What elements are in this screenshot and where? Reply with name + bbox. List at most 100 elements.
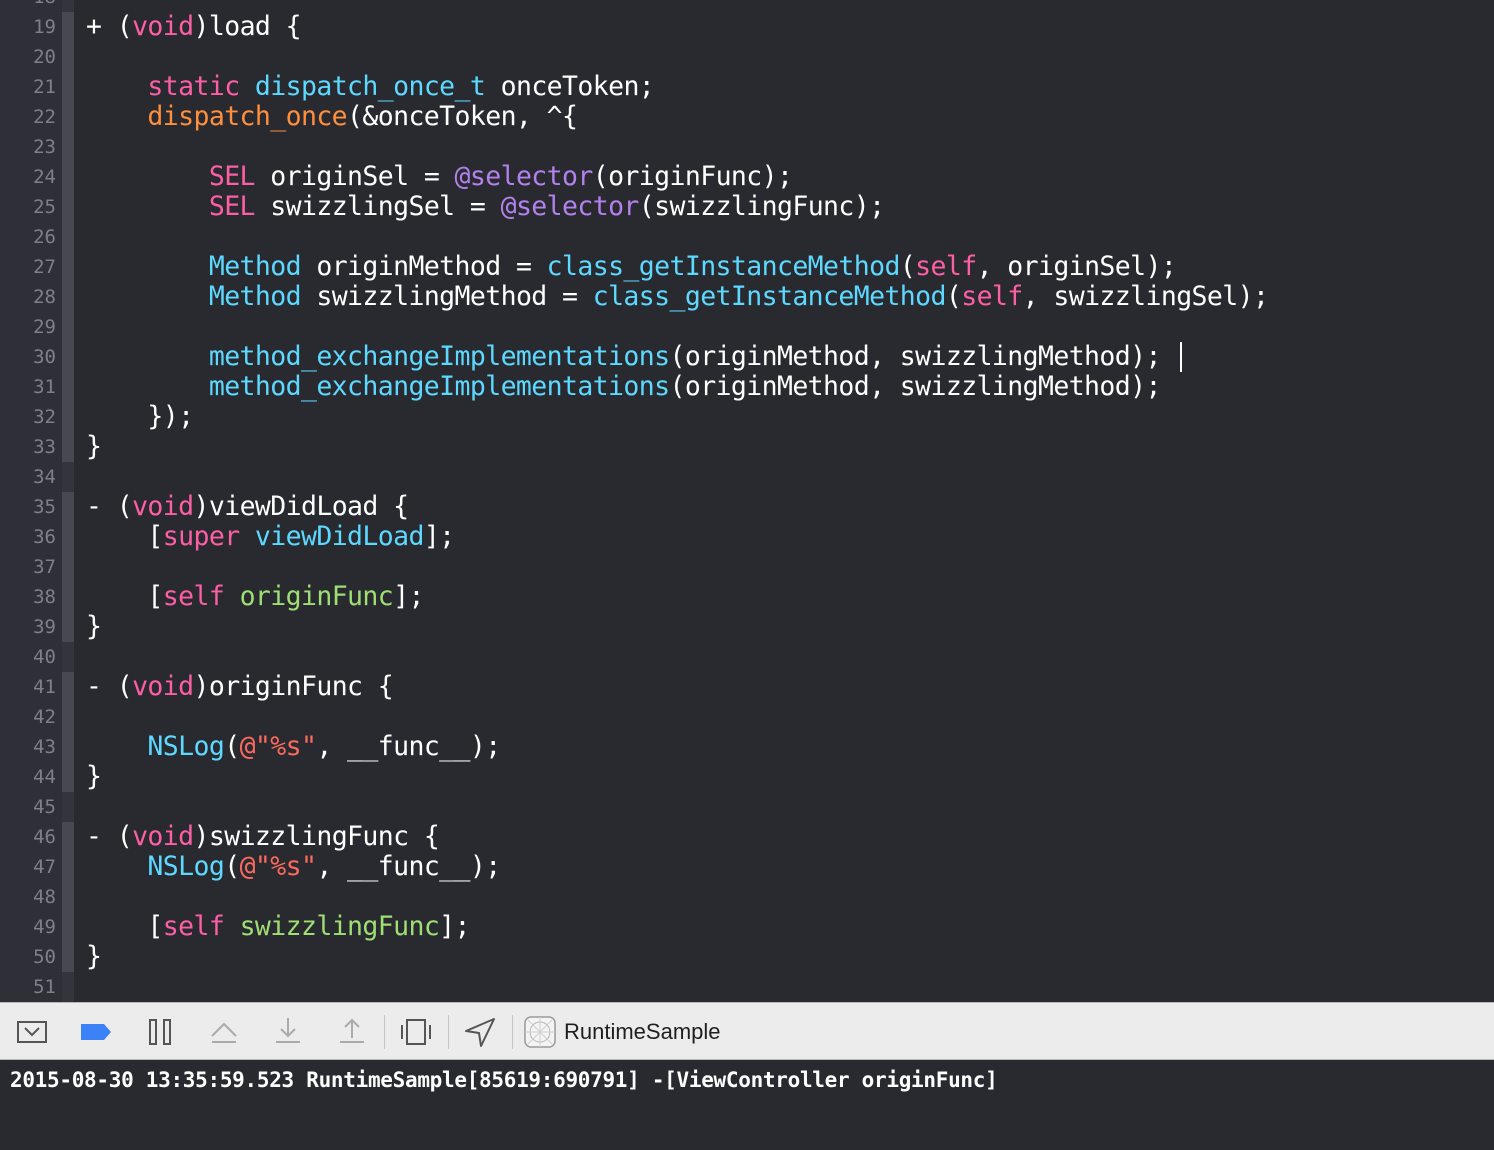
pause-continue-button[interactable] xyxy=(142,1014,178,1050)
hide-debug-area-button[interactable] xyxy=(14,1014,50,1050)
code-line[interactable]: [super viewDidLoad]; xyxy=(86,522,455,552)
app-blueprint-icon xyxy=(524,1016,556,1048)
line-number[interactable]: 25 xyxy=(0,192,56,222)
line-number[interactable]: 38 xyxy=(0,582,56,612)
step-out-button[interactable] xyxy=(334,1014,370,1050)
code-line[interactable]: dispatch_once(&onceToken, ^{ xyxy=(86,101,578,132)
code-token: originFunc xyxy=(239,581,394,612)
line-number[interactable]: 34 xyxy=(0,462,56,492)
console-output-line: 2015-08-30 13:35:59.523 RuntimeSample[85… xyxy=(10,1068,998,1092)
code-token: , __func__); xyxy=(316,851,501,882)
code-line[interactable]: } xyxy=(86,432,102,462)
code-token: method_exchangeImplementations xyxy=(208,371,670,402)
fold-region-swizzlingfunc[interactable] xyxy=(62,822,74,972)
target-app-name[interactable]: RuntimeSample xyxy=(564,1003,721,1061)
code-line[interactable]: SEL swizzlingSel = @selector(swizzlingFu… xyxy=(86,191,885,222)
code-line[interactable]: } xyxy=(86,762,102,792)
code-line[interactable]: }); xyxy=(86,402,194,432)
code-token: ( xyxy=(224,851,240,882)
line-number[interactable]: 28 xyxy=(0,282,56,312)
code-token: viewDidLoad xyxy=(254,521,425,552)
code-token: ]; xyxy=(439,911,470,942)
line-number[interactable]: 43 xyxy=(0,732,56,762)
code-line[interactable]: - (void)swizzlingFunc { xyxy=(86,822,440,852)
code-line[interactable]: SEL originSel = @selector(originFunc); xyxy=(86,161,793,192)
source-editor[interactable]: 1819202122232425262728293031323334353637… xyxy=(0,0,1494,1002)
line-number[interactable]: 46 xyxy=(0,822,56,852)
code-line[interactable]: + (void)load { xyxy=(86,11,302,42)
debug-console[interactable]: 2015-08-30 13:35:59.523 RuntimeSample[85… xyxy=(0,1060,1494,1150)
code-line[interactable]: NSLog(@"%s", __func__); xyxy=(86,732,501,762)
code-token: void xyxy=(132,671,194,702)
line-number[interactable]: 39 xyxy=(0,612,56,642)
code-token: )load { xyxy=(193,11,302,42)
line-number[interactable]: 22 xyxy=(0,102,56,132)
line-number[interactable]: 36 xyxy=(0,522,56,552)
code-line[interactable]: method_exchangeImplementations(originMet… xyxy=(86,371,1162,402)
line-number[interactable]: 26 xyxy=(0,222,56,252)
code-line[interactable]: method_exchangeImplementations(originMet… xyxy=(86,341,1162,372)
text-caret xyxy=(1180,342,1182,372)
line-number[interactable]: 37 xyxy=(0,552,56,582)
line-number[interactable]: 47 xyxy=(0,852,56,882)
line-number[interactable]: 50 xyxy=(0,942,56,972)
code-token: ( xyxy=(945,281,962,312)
breakpoints-toggle-button[interactable] xyxy=(78,1014,114,1050)
line-number[interactable]: 33 xyxy=(0,432,56,462)
code-line[interactable]: Method swizzlingMethod = class_getInstan… xyxy=(86,281,1269,312)
code-line[interactable]: [self originFunc]; xyxy=(86,582,424,612)
code-line[interactable]: - (void)viewDidLoad { xyxy=(86,492,409,522)
line-number[interactable]: 24 xyxy=(0,162,56,192)
toolbar-divider xyxy=(384,1015,385,1049)
line-number[interactable]: 30 xyxy=(0,342,56,372)
line-number[interactable]: 23 xyxy=(0,132,56,162)
location-arrow-icon xyxy=(465,1018,495,1047)
code-line[interactable]: - (void)originFunc { xyxy=(86,671,394,702)
code-token: Method xyxy=(208,281,302,312)
line-number[interactable]: 19 xyxy=(0,12,56,42)
code-token: (swizzlingFunc); xyxy=(638,191,885,222)
debug-view-hierarchy-button[interactable] xyxy=(398,1014,434,1050)
code-token: @selector xyxy=(454,161,594,192)
fold-region-load[interactable] xyxy=(62,12,74,462)
step-over-button[interactable] xyxy=(206,1014,242,1050)
code-line[interactable]: Method originMethod = class_getInstanceM… xyxy=(86,252,1177,282)
code-token: (originMethod, swizzlingMethod); xyxy=(669,341,1161,372)
code-line[interactable]: [self swizzlingFunc]; xyxy=(86,912,470,942)
code-line[interactable]: NSLog(@"%s", __func__); xyxy=(86,852,501,882)
simulate-location-button[interactable] xyxy=(462,1014,498,1050)
line-number[interactable]: 41 xyxy=(0,672,56,702)
line-number[interactable]: 20 xyxy=(0,42,56,72)
code-token: )originFunc { xyxy=(193,671,394,702)
code-token: static xyxy=(147,71,240,102)
line-number[interactable]: 48 xyxy=(0,882,56,912)
code-token: } xyxy=(86,611,102,642)
fold-region-originfunc[interactable] xyxy=(62,672,74,792)
line-number[interactable]: 44 xyxy=(0,762,56,792)
line-number[interactable]: 42 xyxy=(0,702,56,732)
line-number[interactable]: 40 xyxy=(0,642,56,672)
line-number[interactable]: 29 xyxy=(0,312,56,342)
code-token: onceToken; xyxy=(485,71,655,102)
line-number[interactable]: 51 xyxy=(0,972,56,1002)
line-number[interactable]: 45 xyxy=(0,792,56,822)
fold-region-viewdidload[interactable] xyxy=(62,492,74,642)
line-number[interactable]: 49 xyxy=(0,912,56,942)
line-number[interactable]: 27 xyxy=(0,252,56,282)
code-line[interactable]: static dispatch_once_t onceToken; xyxy=(86,72,654,102)
line-number[interactable]: 35 xyxy=(0,492,56,522)
line-number[interactable]: 32 xyxy=(0,402,56,432)
line-number[interactable]: 18 xyxy=(0,0,56,12)
step-into-button[interactable] xyxy=(270,1014,306,1050)
code-token: [ xyxy=(86,911,163,942)
code-line[interactable]: } xyxy=(86,611,102,642)
code-line[interactable]: } xyxy=(86,942,102,972)
line-number[interactable]: 31 xyxy=(0,372,56,402)
line-number[interactable]: 21 xyxy=(0,72,56,102)
